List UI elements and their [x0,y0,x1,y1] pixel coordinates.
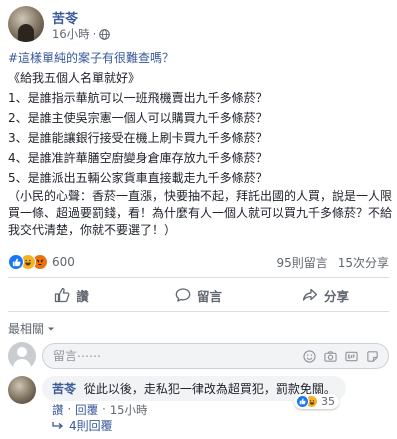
post-time[interactable]: 16小時 [52,26,90,42]
share-button[interactable]: 分享 [262,282,389,308]
gif-icon[interactable] [344,349,358,363]
separator: · [102,402,106,416]
share-count[interactable]: 15次分享 [338,254,389,271]
comment-composer [8,342,389,370]
globe-icon [99,28,111,40]
post-meta: 16小時 · [52,26,111,42]
comment-actions: 讚 · 回覆 · 15小時 [52,402,147,418]
comment-author[interactable]: 苦苓 [52,382,76,396]
like-label: 讚 [76,288,89,304]
share-label: 分享 [323,288,349,304]
comment-icon [175,288,191,302]
comment-label: 留言 [196,288,222,304]
comment-time[interactable]: 15小時 [110,402,148,418]
post-note: （小民的心聲：香菸一直漲，快要抽不起，拜託出國的人買，說是一人限買一條、超過要罰… [8,189,393,237]
author-avatar[interactable] [8,6,44,42]
view-replies-link[interactable]: 4則回覆 [52,417,113,434]
post-header: 苦苓 16小時 · [8,6,389,42]
composer-icons [302,349,388,363]
reply-arrow-icon [52,421,64,429]
separator: · [67,402,72,416]
divider [8,277,389,278]
sort-label: 最相關 [8,322,45,336]
like-reaction-icon[interactable] [8,254,24,270]
replies-count: 4則回覆 [69,419,113,433]
thumbs-up-icon [55,287,70,303]
comment-reactions[interactable]: 35 [294,394,339,409]
question-4: 4、是誰准許華膳空廚變身倉庫存放九千多條菸？ [8,151,268,165]
reactions-bar: 600 95則留言 15次分享 [8,252,389,272]
post-stats: 95則留言 15次分享 [276,254,389,271]
emoji-icon[interactable] [302,349,316,363]
comment-like-link[interactable]: 讚 [52,402,64,418]
post-hashtag[interactable]: #這樣單純的案子有很難查嗎？ [8,48,392,68]
comment-button[interactable]: 留言 [135,282,262,308]
comment-count[interactable]: 95則留言 [276,254,327,271]
comment-reply-link[interactable]: 回覆 [75,402,98,418]
sticker-icon[interactable] [365,349,379,363]
question-3: 3、是誰能讓銀行接受在機上刷卡買九千多條菸？ [8,131,268,145]
post-actions: 讚 留言 分享 [8,282,389,308]
divider [8,311,389,312]
share-icon [302,288,318,301]
like-reaction-icon [296,395,309,408]
chevron-down-icon [48,327,55,330]
question-1: 1、是誰指示華航可以一班飛機賣出九千多條菸？ [8,91,268,105]
comment-sort-dropdown[interactable]: 最相關 [8,320,55,337]
post-author[interactable]: 苦苓 [52,8,78,27]
question-5: 5、是誰派出五輛公家貨車直接載走九千多條菸？ [8,171,268,185]
reaction-count[interactable]: 600 [52,255,75,269]
comment-input-wrap[interactable] [42,343,389,369]
commenter-avatar[interactable] [8,376,36,404]
question-2: 2、是誰主使吳宗憲一個人可以購買九千多條菸？ [8,111,268,125]
camera-icon[interactable] [323,349,337,363]
comment-input[interactable] [53,349,302,363]
comment-reaction-count: 35 [321,395,335,408]
like-button[interactable]: 讚 [8,282,135,308]
user-avatar [8,342,36,370]
separator: · [92,27,97,41]
post-body: #這樣單純的案子有很難查嗎？ 《給我五個人名單就好》 1、是誰指示華航可以一班飛… [8,48,392,239]
post-intro: 《給我五個人名單就好》 [8,71,141,85]
